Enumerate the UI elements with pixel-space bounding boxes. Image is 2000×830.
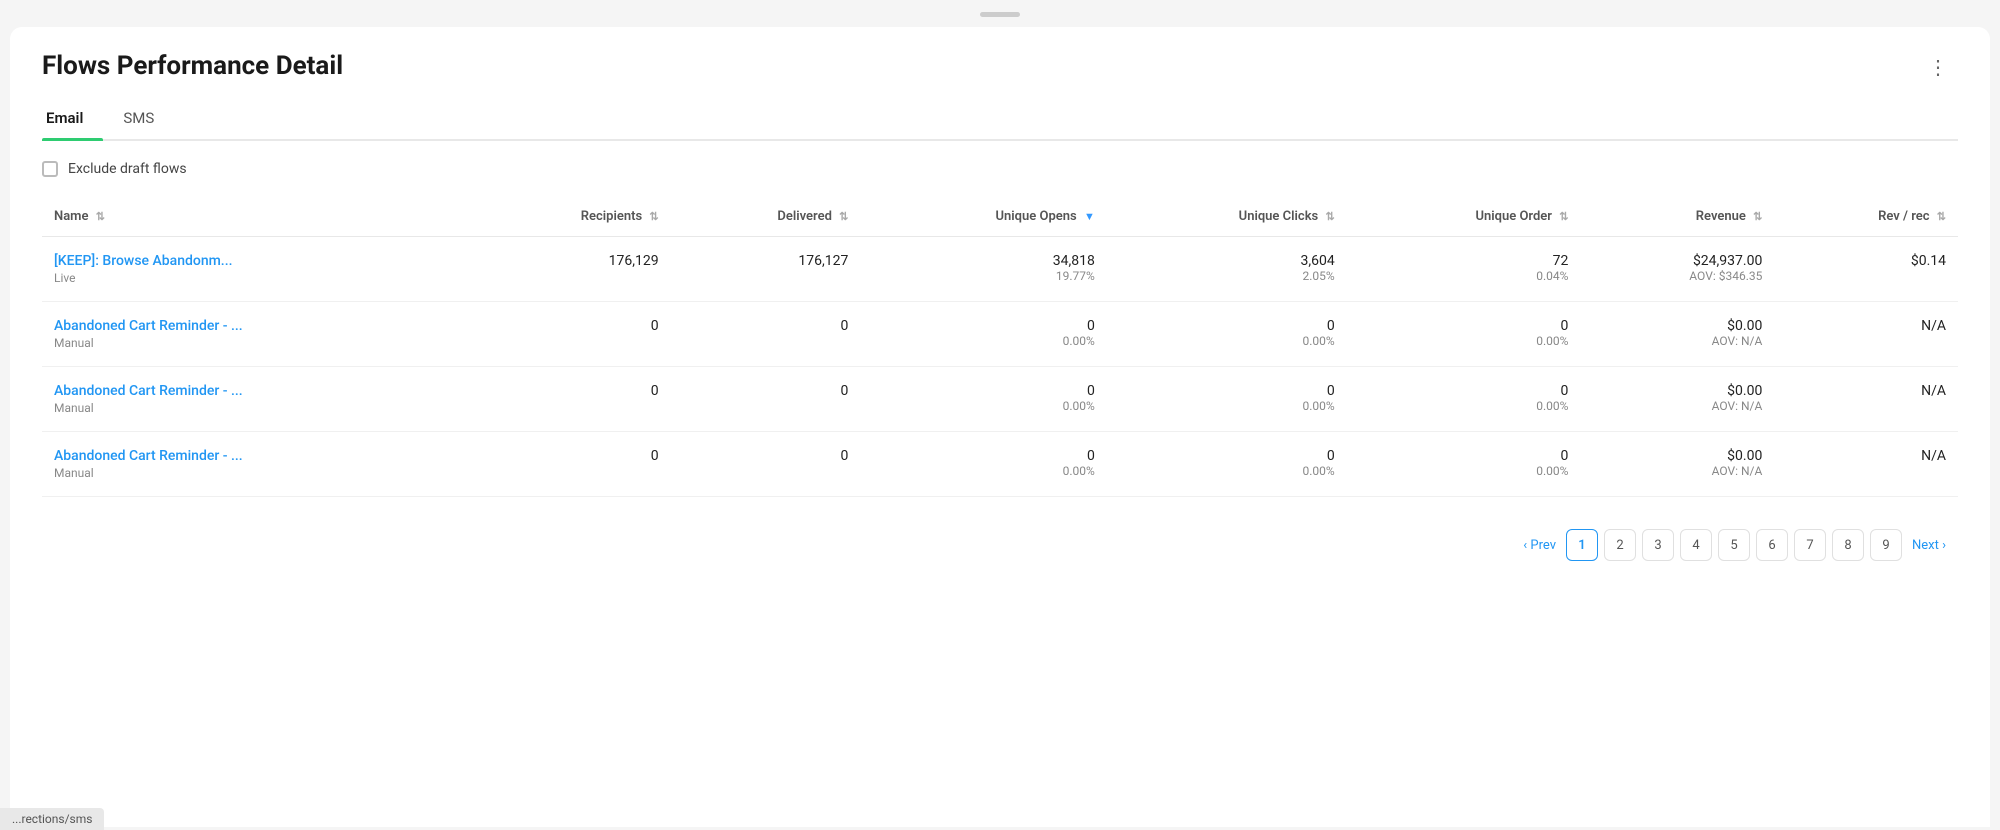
header-row: Flows Performance Detail ⋮: [42, 51, 1958, 83]
cell-recipients-1: 0: [467, 302, 671, 367]
flow-name-link-3[interactable]: Abandoned Cart Reminder - ...: [54, 448, 243, 464]
cell-delivered-1: 0: [671, 302, 861, 367]
table-body: [KEEP]: Browse Abandonm... Live 176,129 …: [42, 237, 1958, 497]
sort-icon-rev-rec[interactable]: ⇅: [1937, 210, 1946, 223]
col-header-unique-order: Unique Order ⇅: [1347, 201, 1581, 237]
exclude-draft-checkbox[interactable]: [42, 161, 58, 177]
pagination: ‹ Prev 123456789 Next ›: [42, 529, 1958, 561]
cell-name-1: Abandoned Cart Reminder - ... Manual: [42, 302, 467, 367]
cell-rev-rec-3: N/A: [1774, 432, 1958, 497]
flow-status-1: Manual: [54, 336, 455, 350]
sort-icon-unique-order[interactable]: ⇅: [1559, 210, 1568, 223]
cell-delivered-2: 0: [671, 367, 861, 432]
cell-unique-clicks-2: 0 0.00%: [1107, 367, 1347, 432]
cell-rev-rec-1: N/A: [1774, 302, 1958, 367]
cell-unique-order-3: 0 0.00%: [1347, 432, 1581, 497]
col-header-unique-clicks: Unique Clicks ⇅: [1107, 201, 1347, 237]
filter-row: Exclude draft flows: [42, 161, 1958, 177]
page-btn-9[interactable]: 9: [1870, 529, 1902, 561]
cell-unique-order-0: 72 0.04%: [1347, 237, 1581, 302]
cell-delivered-0: 176,127: [671, 237, 861, 302]
page-btn-7[interactable]: 7: [1794, 529, 1826, 561]
flow-status-3: Manual: [54, 466, 455, 480]
more-options-button[interactable]: ⋮: [1920, 51, 1958, 83]
sort-icon-name[interactable]: ⇅: [96, 210, 105, 223]
prev-button[interactable]: ‹ Prev: [1519, 538, 1560, 553]
col-header-name: Name ⇅: [42, 201, 467, 237]
tab-email[interactable]: Email: [42, 99, 103, 139]
cell-recipients-0: 176,129: [467, 237, 671, 302]
col-header-rev-rec: Rev / rec ⇅: [1774, 201, 1958, 237]
table-row: Abandoned Cart Reminder - ... Manual 0 0…: [42, 367, 1958, 432]
cell-revenue-2: $0.00 AOV: N/A: [1580, 367, 1774, 432]
cell-unique-opens-1: 0 0.00%: [860, 302, 1106, 367]
cell-rev-rec-0: $0.14: [1774, 237, 1958, 302]
sort-icon-recipients[interactable]: ⇅: [649, 210, 658, 223]
sort-icon-revenue[interactable]: ⇅: [1753, 210, 1762, 223]
next-button[interactable]: Next ›: [1908, 538, 1950, 553]
cell-unique-order-1: 0 0.00%: [1347, 302, 1581, 367]
col-header-unique-opens: Unique Opens ▼: [860, 201, 1106, 237]
sort-icon-unique-clicks[interactable]: ⇅: [1325, 210, 1334, 223]
flow-name-link-2[interactable]: Abandoned Cart Reminder - ...: [54, 383, 243, 399]
tab-sms[interactable]: SMS: [119, 99, 174, 139]
cell-revenue-3: $0.00 AOV: N/A: [1580, 432, 1774, 497]
cell-unique-clicks-3: 0 0.00%: [1107, 432, 1347, 497]
modal-handle: [980, 12, 1020, 17]
cell-name-2: Abandoned Cart Reminder - ... Manual: [42, 367, 467, 432]
page-title: Flows Performance Detail: [42, 51, 343, 81]
col-header-revenue: Revenue ⇅: [1580, 201, 1774, 237]
page-btn-3[interactable]: 3: [1642, 529, 1674, 561]
page-btn-4[interactable]: 4: [1680, 529, 1712, 561]
page-btn-2[interactable]: 2: [1604, 529, 1636, 561]
cell-revenue-1: $0.00 AOV: N/A: [1580, 302, 1774, 367]
cell-unique-opens-2: 0 0.00%: [860, 367, 1106, 432]
page-btn-5[interactable]: 5: [1718, 529, 1750, 561]
cell-name-3: Abandoned Cart Reminder - ... Manual: [42, 432, 467, 497]
cell-revenue-0: $24,937.00 AOV: $346.35: [1580, 237, 1774, 302]
page-buttons: 123456789: [1566, 529, 1902, 561]
flow-name-link-1[interactable]: Abandoned Cart Reminder - ...: [54, 318, 243, 334]
col-header-recipients: Recipients ⇅: [467, 201, 671, 237]
bottom-url: ...rections/sms: [0, 808, 104, 830]
cell-recipients-2: 0: [467, 367, 671, 432]
page-btn-6[interactable]: 6: [1756, 529, 1788, 561]
sort-icon-delivered[interactable]: ⇅: [839, 210, 848, 223]
cell-unique-opens-3: 0 0.00%: [860, 432, 1106, 497]
cell-rev-rec-2: N/A: [1774, 367, 1958, 432]
cell-recipients-3: 0: [467, 432, 671, 497]
page-btn-1[interactable]: 1: [1566, 529, 1598, 561]
cell-unique-opens-0: 34,818 19.77%: [860, 237, 1106, 302]
sort-icon-unique-opens[interactable]: ▼: [1084, 210, 1095, 223]
table-row: Abandoned Cart Reminder - ... Manual 0 0…: [42, 302, 1958, 367]
flows-table: Name ⇅ Recipients ⇅ Delivered ⇅ Unique O…: [42, 201, 1958, 497]
cell-unique-order-2: 0 0.00%: [1347, 367, 1581, 432]
cell-unique-clicks-1: 0 0.00%: [1107, 302, 1347, 367]
table-row: Abandoned Cart Reminder - ... Manual 0 0…: [42, 432, 1958, 497]
page-btn-8[interactable]: 8: [1832, 529, 1864, 561]
tabs-row: Email SMS: [42, 99, 1958, 141]
flow-status-2: Manual: [54, 401, 455, 415]
cell-unique-clicks-0: 3,604 2.05%: [1107, 237, 1347, 302]
cell-delivered-3: 0: [671, 432, 861, 497]
table-row: [KEEP]: Browse Abandonm... Live 176,129 …: [42, 237, 1958, 302]
flow-name-link-0[interactable]: [KEEP]: Browse Abandonm...: [54, 253, 232, 269]
main-container: Flows Performance Detail ⋮ Email SMS Exc…: [10, 27, 1990, 827]
exclude-draft-label: Exclude draft flows: [68, 161, 187, 177]
col-header-delivered: Delivered ⇅: [671, 201, 861, 237]
cell-name-0: [KEEP]: Browse Abandonm... Live: [42, 237, 467, 302]
flow-status-0: Live: [54, 271, 455, 285]
table-header-row: Name ⇅ Recipients ⇅ Delivered ⇅ Unique O…: [42, 201, 1958, 237]
